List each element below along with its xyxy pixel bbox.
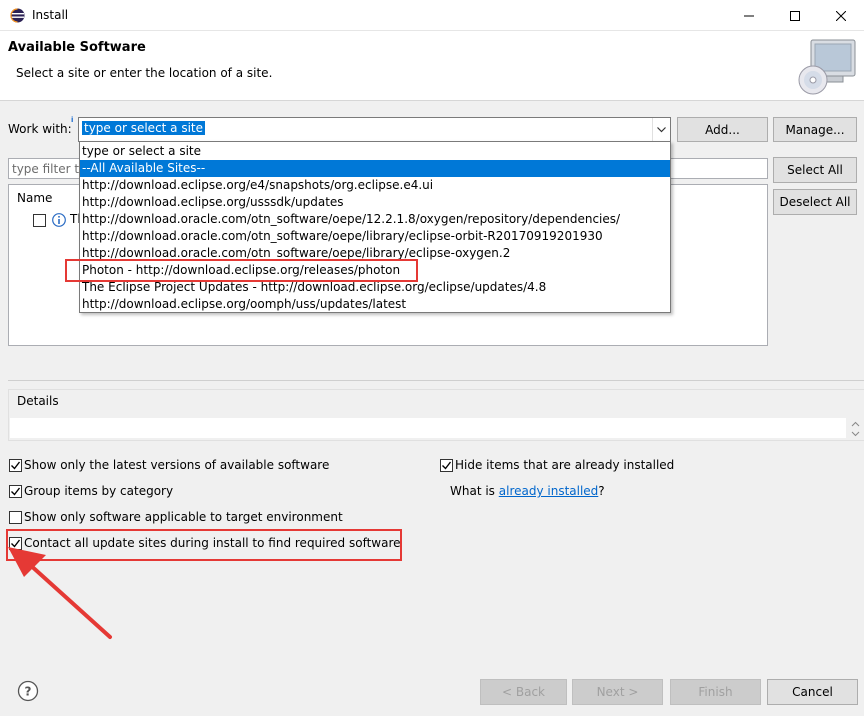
what-is-installed-text: What is already installed? [450, 484, 605, 498]
details-scrollbar[interactable] [847, 418, 864, 440]
chevron-down-icon[interactable] [652, 118, 670, 141]
hide-installed-label[interactable]: Hide items that are already installed [455, 458, 674, 472]
what-is-prefix: What is [450, 484, 499, 498]
show-latest-checkbox[interactable] [9, 459, 22, 472]
svg-text:?: ? [25, 685, 32, 699]
target-env-checkbox[interactable] [9, 511, 22, 524]
dropdown-option[interactable]: http://download.oracle.com/otn_software/… [80, 228, 670, 245]
manage-button[interactable]: Manage... [773, 117, 857, 142]
back-button[interactable]: < Back [480, 679, 567, 705]
divider [8, 380, 864, 381]
work-with-value[interactable]: type or select a site [82, 121, 206, 135]
work-with-label: Work with: [8, 122, 72, 136]
tree-column-name[interactable]: Name [17, 191, 52, 205]
install-cd-icon [795, 34, 859, 98]
hide-installed-checkbox[interactable] [440, 459, 453, 472]
dropdown-option[interactable]: http://download.eclipse.org/e4/snapshots… [80, 177, 670, 194]
select-all-button[interactable]: Select All [773, 157, 857, 183]
add-button[interactable]: Add... [677, 117, 768, 142]
work-with-combo[interactable]: type or select a site [78, 117, 671, 142]
page-title: Available Software [8, 40, 146, 55]
group-by-category-checkbox[interactable] [9, 485, 22, 498]
annotation-arrow-icon [6, 545, 116, 645]
already-installed-link[interactable]: already installed [499, 484, 599, 498]
details-label: Details [17, 394, 59, 408]
group-by-category-label[interactable]: Group items by category [24, 484, 173, 498]
info-icon [52, 213, 66, 227]
highlight-box-photon [65, 259, 418, 282]
dropdown-option[interactable]: http://download.oracle.com/otn_software/… [80, 211, 670, 228]
dropdown-option[interactable]: http://download.eclipse.org/oomph/uss/up… [80, 296, 670, 313]
next-button[interactable]: Next > [572, 679, 663, 705]
close-button[interactable] [818, 0, 864, 31]
show-latest-label[interactable]: Show only the latest versions of availab… [24, 458, 329, 472]
help-icon[interactable]: ? [17, 680, 39, 702]
window-title: Install [32, 8, 69, 22]
what-is-suffix: ? [598, 484, 605, 498]
minimize-button[interactable] [726, 0, 772, 31]
page-subtitle: Select a site or enter the location of a… [16, 66, 273, 80]
dropdown-option[interactable]: --All Available Sites-- [80, 160, 670, 177]
filter-placeholder: type filter te [12, 162, 87, 176]
cancel-button[interactable]: Cancel [767, 679, 858, 705]
info-decorator-icon: i [71, 116, 74, 124]
dropdown-option[interactable]: http://download.eclipse.org/usssdk/updat… [80, 194, 670, 211]
details-text [10, 418, 846, 438]
eclipse-icon [10, 8, 25, 23]
title-bar: Install [0, 0, 864, 31]
target-env-label[interactable]: Show only software applicable to target … [24, 510, 343, 524]
header-banner: Available Software Select a site or ente… [0, 31, 864, 101]
finish-button[interactable]: Finish [670, 679, 761, 705]
dropdown-option[interactable]: type or select a site [80, 143, 670, 160]
site-dropdown-list[interactable]: type or select a site --All Available Sit… [79, 141, 671, 313]
maximize-button[interactable] [772, 0, 818, 31]
tree-item-checkbox[interactable] [33, 214, 46, 227]
deselect-all-button[interactable]: Deselect All [773, 189, 857, 215]
